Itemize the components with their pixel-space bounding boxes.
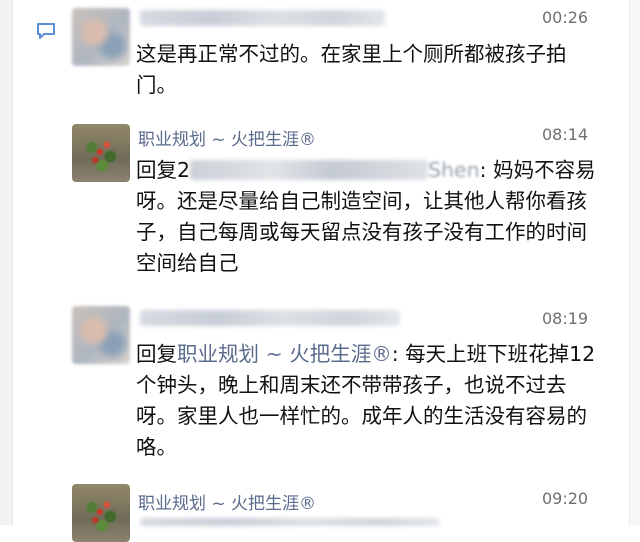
reply-prefix: 回复2 (136, 158, 191, 182)
reply-name-tail: Shen (428, 158, 480, 182)
left-rail (0, 0, 13, 525)
sender-name-redacted (140, 310, 400, 326)
message-time: 09:20 (542, 489, 589, 508)
comment-icon[interactable] (36, 22, 56, 40)
message-text: 这是再正常不过的。在家里上个厕所都被孩子拍门。 (136, 42, 567, 97)
reply-prefix: 回复 (136, 342, 177, 366)
message-text: 回复2 Shen: 妈妈不容易呀。还是尽量给自己制造空间，让其他人帮你看孩子，自己… (136, 155, 606, 279)
sender-name[interactable]: 职业规划 ~ 火把生涯® (138, 125, 316, 150)
sender-name[interactable]: 职业规划 ~ 火把生涯® (138, 489, 316, 514)
avatar[interactable] (72, 124, 130, 182)
reply-target-redacted (190, 160, 429, 180)
reply-name[interactable]: 职业规划 ~ 火把生涯® (177, 342, 392, 366)
message-time: 08:14 (542, 125, 589, 144)
message-time: 08:19 (542, 309, 589, 328)
message-time: 00:26 (542, 8, 589, 27)
avatar[interactable] (72, 8, 130, 66)
sender-name-redacted (140, 10, 385, 26)
avatar[interactable] (72, 306, 130, 364)
scrollbar-track[interactable] (629, 0, 640, 525)
message-text: 回复职业规划 ~ 火把生涯®: 每天上班下班花掉12个钟头，晚上和周末还不带带孩… (136, 339, 606, 463)
avatar[interactable] (72, 484, 130, 542)
